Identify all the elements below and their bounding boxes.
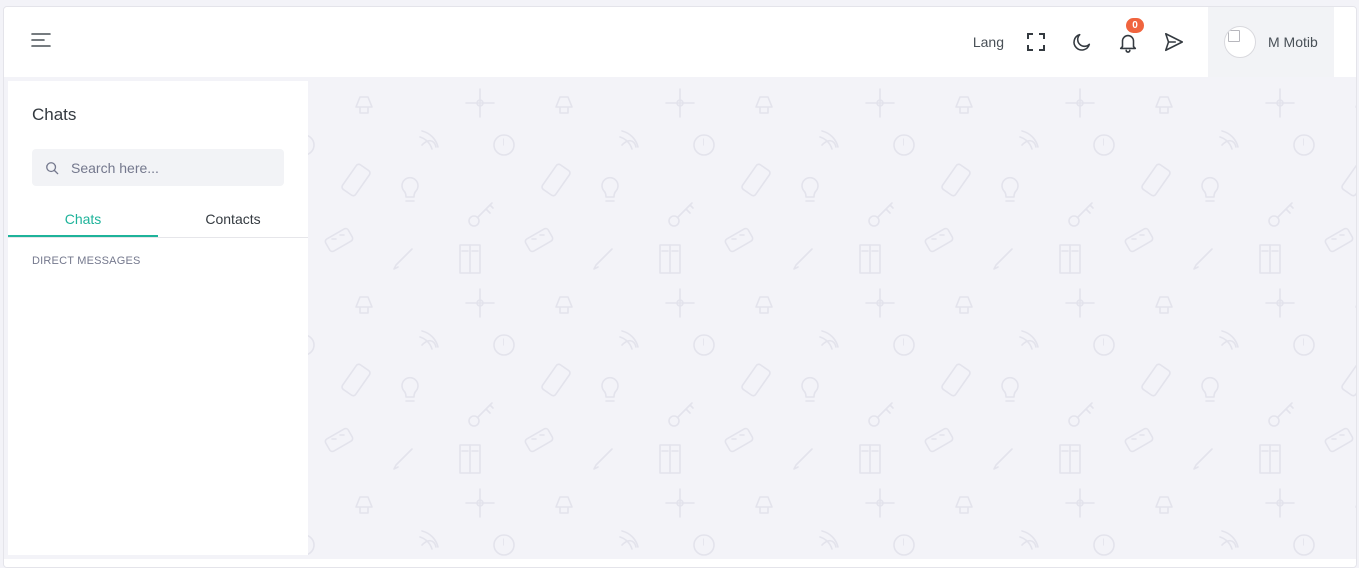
avatar [1224, 26, 1256, 58]
user-name: M Motib [1268, 34, 1318, 50]
tab-chats[interactable]: Chats [8, 205, 158, 237]
sidebar-tabs: Chats Contacts [8, 205, 308, 238]
notification-button[interactable]: 0 [1116, 17, 1145, 54]
top-bar: Lang 0 M Motib [4, 7, 1356, 77]
moon-icon[interactable] [1070, 30, 1094, 54]
hamburger-menu-icon[interactable] [30, 31, 54, 53]
direct-messages-heading: DIRECT MESSAGES [32, 255, 141, 267]
chat-area-background [308, 81, 1356, 559]
search-input[interactable] [71, 159, 271, 176]
notification-badge: 0 [1125, 17, 1145, 34]
fullscreen-icon[interactable] [1024, 30, 1048, 54]
chat-sidebar: Chats Chats Contacts DIRECT MESSAGES [8, 81, 308, 555]
search-box [32, 149, 284, 186]
tab-contacts[interactable]: Contacts [158, 205, 308, 237]
doodle-pattern [308, 81, 1356, 559]
bottom-strip [4, 559, 1356, 567]
language-selector[interactable]: Lang [973, 34, 1004, 50]
sidebar-title: Chats [32, 105, 77, 124]
user-profile-menu[interactable]: M Motib [1208, 7, 1334, 77]
bell-icon [1119, 34, 1137, 53]
send-icon[interactable] [1162, 30, 1186, 54]
topbar-actions: Lang 0 M Motib [973, 7, 1356, 77]
app-frame: Lang 0 M Motib Chats Search here... Chat… [3, 6, 1357, 568]
search-icon [46, 161, 59, 174]
